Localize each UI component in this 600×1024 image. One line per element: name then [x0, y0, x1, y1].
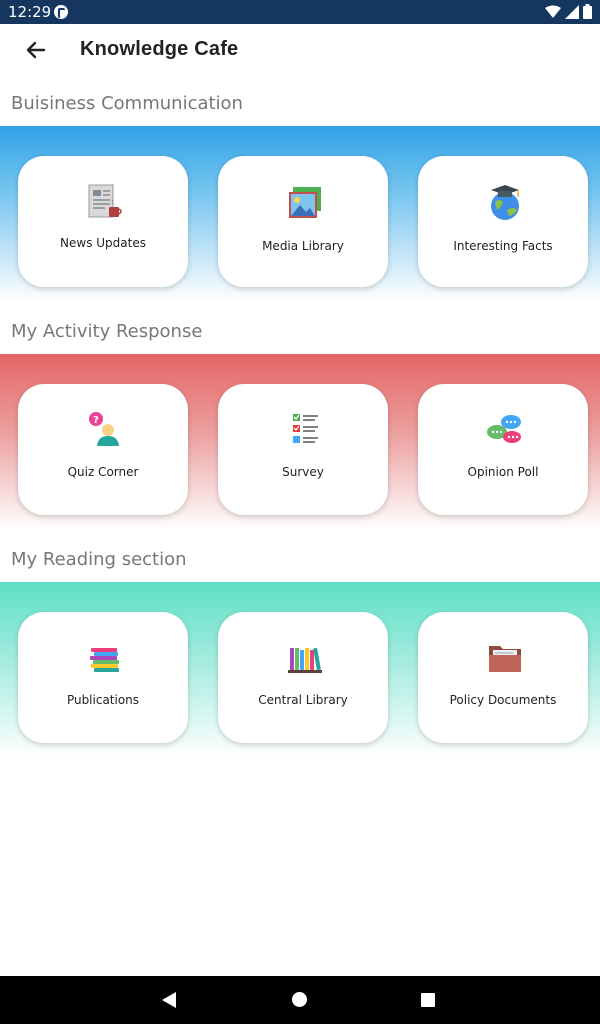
signal-icon — [565, 4, 579, 19]
app-notification-icon — [54, 5, 68, 19]
status-bar: 12:29 — [0, 0, 600, 24]
card-label: Policy Documents — [449, 693, 557, 707]
newspaper-icon — [88, 184, 122, 218]
card-policy-documents[interactable]: Policy Documents — [418, 612, 588, 743]
card-label: Quiz Corner — [67, 465, 139, 479]
bookshelf-icon — [288, 647, 322, 673]
section-title-business: Buisiness Communication — [11, 93, 243, 114]
card-opinion-poll[interactable]: Opinion Poll — [418, 384, 588, 515]
card-label: Publications — [66, 693, 140, 707]
nav-recent-apps-icon[interactable] — [421, 993, 435, 1007]
card-quiz-corner[interactable]: ? Quiz Corner — [18, 384, 188, 515]
card-publications[interactable]: Publications — [18, 612, 188, 743]
card-central-library[interactable]: Central Library — [218, 612, 388, 743]
folder-icon — [489, 646, 521, 672]
section-title-activity: My Activity Response — [11, 321, 203, 342]
navigation-bar — [0, 976, 600, 1024]
card-label: Central Library — [258, 693, 348, 707]
media-gallery-icon — [289, 187, 321, 218]
question-person-icon: ? — [89, 412, 119, 446]
card-interesting-facts[interactable]: Interesting Facts — [418, 156, 588, 287]
svg-text:?: ? — [93, 415, 99, 426]
card-label: Interesting Facts — [453, 239, 553, 253]
back-arrow-icon[interactable] — [22, 36, 50, 64]
nav-home-icon[interactable] — [292, 992, 307, 1007]
globe-graduation-icon — [491, 185, 519, 220]
section-title-reading: My Reading section — [11, 549, 187, 570]
battery-icon — [583, 4, 592, 19]
card-survey[interactable]: Survey — [218, 384, 388, 515]
card-label: Survey — [282, 465, 324, 479]
card-label: Media Library — [262, 239, 344, 253]
chat-bubbles-icon — [487, 415, 521, 443]
page-title: Knowledge Cafe — [80, 38, 239, 60]
stacked-books-icon — [90, 648, 119, 672]
wifi-icon — [545, 5, 561, 18]
checklist-icon — [293, 414, 318, 443]
card-label: News Updates — [60, 236, 146, 250]
app-bar: Knowledge Cafe — [0, 24, 600, 76]
card-label: Opinion Poll — [467, 465, 539, 479]
nav-back-icon[interactable] — [162, 992, 176, 1008]
status-time: 12:29 — [8, 3, 52, 21]
system-icons — [545, 4, 592, 19]
card-news-updates[interactable]: News Updates — [18, 156, 188, 287]
card-media-library[interactable]: Media Library — [218, 156, 388, 287]
